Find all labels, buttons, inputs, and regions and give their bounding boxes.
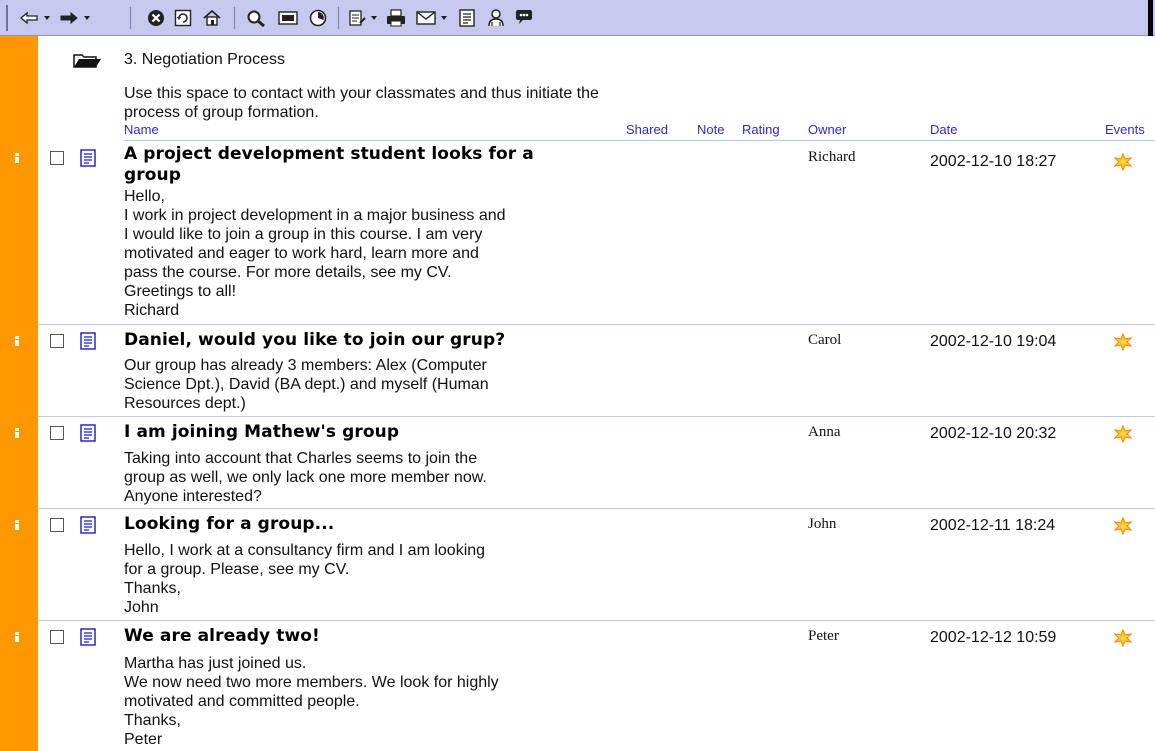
- row-divider: [38, 620, 1155, 621]
- column-header-owner[interactable]: Owner: [808, 122, 846, 137]
- event-icon[interactable]: [1113, 152, 1133, 172]
- message-date: 2002-12-10 19:04: [930, 333, 1057, 350]
- info-icon[interactable]: [11, 630, 23, 642]
- column-header-date[interactable]: Date: [930, 122, 957, 137]
- info-icon[interactable]: [11, 151, 23, 163]
- message-owner: John: [808, 516, 837, 532]
- history-icon[interactable]: [306, 6, 330, 30]
- message-subject[interactable]: I am joining Mathew's group: [124, 422, 634, 443]
- event-icon[interactable]: [1113, 628, 1133, 648]
- message-body: Our group has already 3 members: Alex (C…: [124, 357, 489, 412]
- print-icon[interactable]: [384, 6, 408, 30]
- column-header-rating[interactable]: Rating: [742, 122, 780, 137]
- column-header-events[interactable]: Events: [1105, 122, 1145, 137]
- document-icon[interactable]: [80, 424, 96, 442]
- message-subject[interactable]: Looking for a group...: [124, 514, 634, 535]
- message-subject[interactable]: A project development student looks for …: [124, 144, 634, 186]
- row-checkbox[interactable]: [50, 334, 64, 348]
- toolbar-separator: [338, 7, 339, 29]
- info-icon[interactable]: [11, 426, 23, 438]
- page-icon[interactable]: [456, 6, 478, 30]
- toolbar-edge: [1148, 0, 1153, 36]
- row-divider: [38, 508, 1155, 509]
- event-icon[interactable]: [1113, 516, 1133, 536]
- message-date: 2002-12-10 18:27: [930, 153, 1057, 170]
- forward-arrow-icon[interactable]: [58, 6, 80, 30]
- info-icon[interactable]: [11, 518, 23, 530]
- message-body: Hello, I work at a consultancy firm and …: [124, 542, 486, 616]
- column-header-note[interactable]: Note: [697, 122, 724, 137]
- document-icon[interactable]: [80, 332, 96, 350]
- document-icon[interactable]: [80, 149, 96, 167]
- message-subject[interactable]: Daniel, would you like to join our grup?: [124, 330, 634, 351]
- message-body: Taking into account that Charles seems t…: [124, 450, 487, 505]
- row-checkbox[interactable]: [50, 630, 64, 644]
- folder-description: Use this space to contact with your clas…: [124, 85, 599, 121]
- open-folder-icon: [72, 52, 102, 75]
- document-icon[interactable]: [80, 516, 96, 534]
- message-date: 2002-12-12 10:59: [930, 629, 1057, 646]
- row-checkbox[interactable]: [50, 518, 64, 532]
- folder-title: 3. Negotiation Process: [124, 51, 285, 68]
- event-icon[interactable]: [1113, 332, 1133, 352]
- message-subject[interactable]: We are already two!: [124, 626, 634, 647]
- stop-icon[interactable]: [145, 6, 167, 30]
- edit-icon[interactable]: [346, 6, 368, 30]
- info-icon[interactable]: [11, 334, 23, 346]
- back-dropdown-icon[interactable]: [42, 6, 52, 30]
- event-icon[interactable]: [1113, 424, 1133, 444]
- message-owner: Peter: [808, 628, 839, 644]
- refresh-icon[interactable]: [172, 6, 194, 30]
- message-owner: Carol: [808, 332, 842, 348]
- toolbar-separator: [130, 7, 131, 29]
- mail-icon[interactable]: [414, 6, 438, 30]
- header-divider: [124, 140, 1155, 141]
- discuss-icon[interactable]: [512, 6, 536, 30]
- row-divider: [38, 324, 1155, 325]
- edit-dropdown-icon[interactable]: [369, 6, 379, 30]
- message-owner: Richard: [808, 149, 856, 165]
- left-rail: [0, 36, 38, 751]
- forward-dropdown-icon[interactable]: [82, 6, 92, 30]
- column-header-name[interactable]: Name: [124, 122, 159, 137]
- toolbar: [0, 0, 1155, 36]
- row-divider: [38, 416, 1155, 417]
- mail-dropdown-icon[interactable]: [439, 6, 449, 30]
- home-icon[interactable]: [200, 6, 224, 30]
- row-checkbox[interactable]: [50, 426, 64, 440]
- message-owner: Anna: [808, 424, 841, 440]
- message-date: 2002-12-10 20:32: [930, 425, 1057, 442]
- toolbar-grip[interactable]: [6, 5, 8, 31]
- back-arrow-icon[interactable]: [18, 6, 40, 30]
- users-icon[interactable]: [484, 6, 508, 30]
- message-date: 2002-12-11 18:24: [930, 517, 1056, 534]
- folder-view-icon[interactable]: [276, 6, 300, 30]
- toolbar-separator: [234, 7, 235, 29]
- message-body: Hello, I work in project development in …: [124, 188, 506, 319]
- row-checkbox[interactable]: [50, 151, 64, 165]
- column-header-shared[interactable]: Shared: [626, 122, 668, 137]
- search-icon[interactable]: [244, 6, 268, 30]
- message-body: Martha has just joined us. We now need t…: [124, 655, 499, 748]
- document-icon[interactable]: [80, 628, 96, 646]
